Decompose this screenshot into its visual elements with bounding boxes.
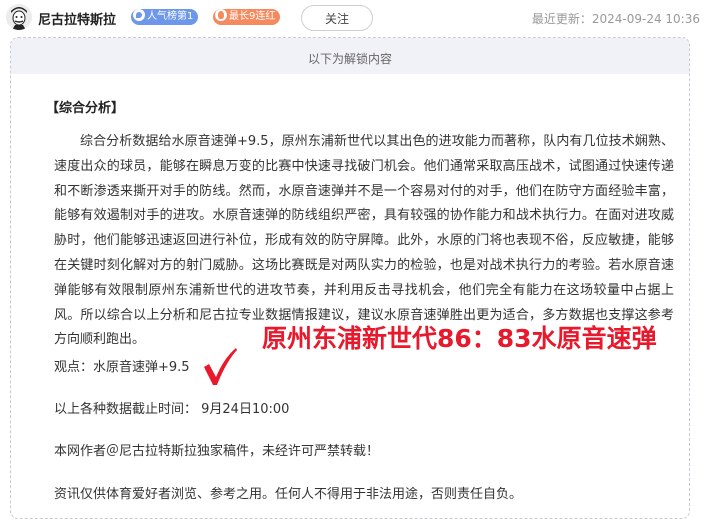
checkmark-icon (204, 348, 237, 385)
author-header: 尼古拉特斯拉 人气榜第1 最长9连红 关注 最近更新：2024-09-24 10… (0, 0, 708, 36)
popularity-icon (133, 9, 145, 21)
last-updated-label: 最近更新： (531, 12, 592, 26)
flame-icon (215, 9, 227, 21)
author-name[interactable]: 尼古拉特斯拉 (38, 9, 116, 28)
section-title: 【综合分析】 (46, 101, 125, 116)
unlock-notice: 以下为解锁内容 (11, 38, 689, 74)
last-updated: 最近更新：2024-09-24 10:36 (532, 10, 700, 27)
opinion-text: 观点：水原音速弹+9.5 (54, 360, 190, 375)
disclaimer: 资讯仅供体育爱好者浏览、参考之用。任何人不得用于非法用途，否则责任自负。 (54, 487, 523, 502)
avatar-portrait-icon (6, 4, 32, 30)
last-updated-time: 2024-09-24 10:36 (591, 12, 700, 26)
match-result-overlay: 原州东浦新世代86：83水原音速弹 (262, 324, 657, 353)
copyright-notice: 本网作者＠尼古拉特斯拉独家稿件，未经许可严禁转载！ (54, 444, 380, 459)
streak-badge-label: 最长9连红 (229, 11, 276, 22)
popularity-badge-label: 人气榜第1 (147, 11, 194, 22)
follow-button[interactable]: 关注 (301, 5, 373, 31)
data-deadline: 以上各种数据截止时间： 9月24日10:00 (54, 402, 290, 417)
avatar[interactable] (6, 4, 32, 30)
streak-badge: 最长9连红 (213, 9, 281, 25)
popularity-badge: 人气榜第1 (131, 9, 199, 25)
